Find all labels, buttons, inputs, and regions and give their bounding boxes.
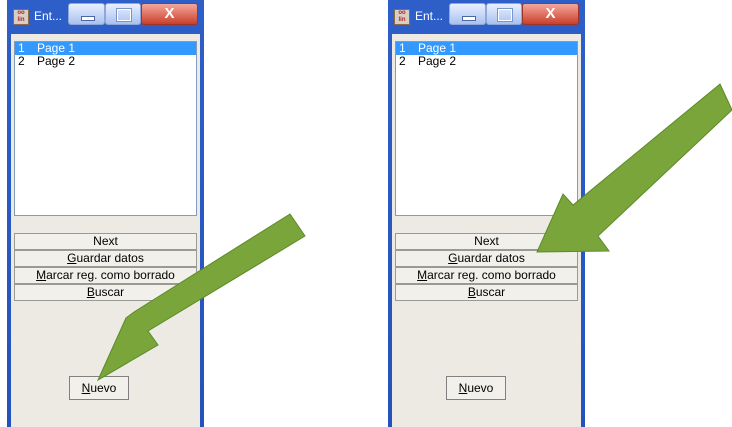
annotation-arrow-left [96, 213, 306, 382]
annotation-arrows [96, 83, 732, 382]
annotation-arrow-right [536, 83, 732, 253]
